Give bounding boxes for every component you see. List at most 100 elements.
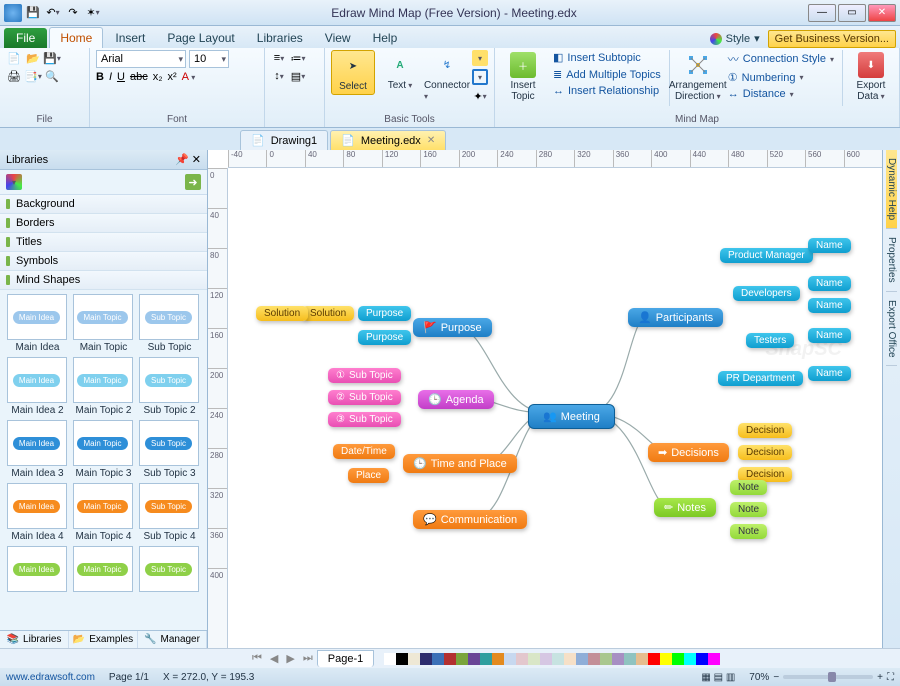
zoom-out-button[interactable]: − [773, 672, 779, 683]
node-pm[interactable]: Product Manager [720, 248, 813, 263]
swatch[interactable] [504, 653, 516, 665]
get-business-button[interactable]: Get Business Version... [768, 30, 896, 48]
node-decisions[interactable]: ➡Decisions [648, 443, 729, 462]
swatch[interactable] [648, 653, 660, 665]
foot-manager[interactable]: 🔧Manager [138, 631, 207, 648]
view-mode-icons[interactable]: ▦ ▤ ▥ [701, 672, 735, 683]
font-color-button[interactable]: A [182, 71, 196, 83]
font-family-combo[interactable]: Arial [96, 50, 186, 68]
swatch[interactable] [552, 653, 564, 665]
node-name-1[interactable]: Name [808, 238, 851, 253]
node-decision-1[interactable]: Decision [738, 423, 792, 438]
node-sub1[interactable]: ①Sub Topic [328, 368, 401, 383]
shape-cell[interactable]: Main Idea [7, 546, 69, 594]
find-icon[interactable]: 🔍 [44, 68, 60, 84]
lib-category[interactable]: Mind Shapes [0, 271, 207, 290]
node-name-3[interactable]: Name [808, 298, 851, 313]
swatch[interactable] [528, 653, 540, 665]
indent-icon[interactable]: ▤ [290, 68, 306, 84]
swatch[interactable] [384, 653, 396, 665]
style-button[interactable]: Style ▾ [704, 29, 766, 48]
swatch[interactable] [588, 653, 600, 665]
node-note-1[interactable]: Note [730, 480, 767, 495]
node-time-place[interactable]: 🕒Time and Place [403, 454, 517, 473]
shape-outline-icon[interactable] [472, 69, 488, 85]
swatch[interactable] [516, 653, 528, 665]
panel-properties[interactable]: Properties [886, 229, 897, 292]
swatch[interactable] [564, 653, 576, 665]
foot-libraries[interactable]: 📚Libraries [0, 631, 69, 648]
doctab-meeting[interactable]: 📄Meeting.edx✕ [330, 130, 446, 150]
qat-undo-icon[interactable]: ↶ [44, 4, 62, 22]
minimize-button[interactable]: — [808, 4, 836, 22]
insert-topic-button[interactable]: ＋ Insert Topic [501, 50, 545, 104]
panel-export-office[interactable]: Export Office [886, 292, 897, 367]
qat-redo-icon[interactable]: ↷ [64, 4, 82, 22]
shape-fill-icon[interactable] [472, 50, 488, 66]
foot-examples[interactable]: 📂Examples [69, 631, 138, 648]
swatch[interactable] [672, 653, 684, 665]
swatch[interactable] [684, 653, 696, 665]
node-agenda[interactable]: 🕒Agenda [418, 390, 494, 409]
swatch[interactable] [600, 653, 612, 665]
bold-button[interactable]: B [96, 71, 104, 83]
bullets-icon[interactable]: ≔ [290, 50, 306, 66]
connection-style-button[interactable]: 〰Connection Style [726, 50, 836, 68]
swatch[interactable] [576, 653, 588, 665]
node-sub2[interactable]: ②Sub Topic [328, 390, 401, 405]
page-tab[interactable]: Page-1 [317, 650, 374, 667]
tab-page-layout[interactable]: Page Layout [157, 28, 244, 48]
node-notes[interactable]: ✏Notes [654, 498, 716, 517]
node-dev[interactable]: Developers [733, 286, 800, 301]
zoom-in-button[interactable]: + [877, 672, 883, 683]
swatch[interactable] [624, 653, 636, 665]
zoom-slider[interactable] [783, 675, 873, 679]
tab-view[interactable]: View [315, 28, 361, 48]
shape-effects-icon[interactable]: ✦ [472, 88, 488, 104]
tab-insert[interactable]: Insert [105, 28, 155, 48]
swatch[interactable] [468, 653, 480, 665]
swatch[interactable] [408, 653, 420, 665]
panel-dynamic-help[interactable]: Dynamic Help [886, 150, 897, 229]
maximize-button[interactable]: ▭ [838, 4, 866, 22]
zoom-fit-button[interactable]: ⛶ [887, 672, 894, 683]
swatch[interactable] [636, 653, 648, 665]
lib-category[interactable]: Borders [0, 214, 207, 233]
swatch[interactable] [540, 653, 552, 665]
node-meeting[interactable]: 👥Meeting [528, 404, 615, 429]
superscript-button[interactable]: x² [168, 71, 177, 83]
shape-cell[interactable]: Main TopicMain Topic 2 [73, 357, 135, 416]
arrangement-button[interactable]: Arrangement Direction [676, 50, 720, 104]
tab-libraries[interactable]: Libraries [247, 28, 313, 48]
subscript-button[interactable]: x₂ [153, 71, 163, 83]
pin-icon[interactable]: 📌 ✕ [175, 153, 201, 166]
insert-relationship-button[interactable]: ↔Insert Relationship [551, 84, 663, 98]
connector-tool[interactable]: ↯ Connector [425, 50, 469, 104]
shape-cell[interactable]: Main TopicMain Topic 4 [73, 483, 135, 542]
node-decision-2[interactable]: Decision [738, 445, 792, 460]
node-purpose-1[interactable]: Purpose [358, 306, 411, 321]
shape-cell[interactable]: Sub TopicSub Topic 2 [139, 357, 201, 416]
node-participants[interactable]: 👤Participants [628, 308, 723, 327]
distance-button[interactable]: ↔Distance [726, 87, 836, 101]
node-communication[interactable]: 💬Communication [413, 510, 527, 529]
tab-home[interactable]: Home [49, 27, 103, 48]
qat-save-icon[interactable]: 💾 [24, 4, 42, 22]
node-name-2[interactable]: Name [808, 276, 851, 291]
underline-button[interactable]: U [117, 71, 125, 83]
lib-category[interactable]: Background [0, 195, 207, 214]
swatch[interactable] [492, 653, 504, 665]
add-multiple-button[interactable]: ≣Add Multiple Topics [551, 67, 663, 82]
swatch[interactable] [396, 653, 408, 665]
lib-category[interactable]: Symbols [0, 252, 207, 271]
text-tool[interactable]: A Text [378, 50, 422, 93]
shape-cell[interactable]: Main IdeaMain Idea 3 [7, 420, 69, 479]
italic-button[interactable]: I [109, 71, 112, 83]
close-button[interactable]: ✕ [868, 4, 896, 22]
node-place[interactable]: Place [348, 468, 389, 483]
node-note-2[interactable]: Note [730, 502, 767, 517]
file-tab[interactable]: File [4, 28, 47, 48]
node-sub3[interactable]: ③Sub Topic [328, 412, 401, 427]
align-icon[interactable]: ≡ [271, 50, 287, 66]
shape-cell[interactable]: Main IdeaMain Idea 2 [7, 357, 69, 416]
